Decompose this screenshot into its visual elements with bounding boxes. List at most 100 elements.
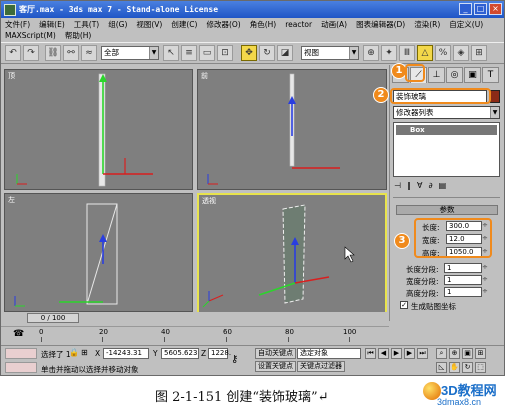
menu-rendering[interactable]: 渲染(R) [414,19,440,30]
select-by-name-icon[interactable]: ≡ [181,45,197,61]
select-object-icon[interactable]: ↖ [163,45,179,61]
viewport-perspective[interactable]: 透视 [197,193,387,314]
bind-space-warp-icon[interactable]: ≈ [81,45,97,61]
menu-bar: 文件(F) 编辑(E) 工具(T) 组(G) 视图(V) 创建(C) 修改器(O… [1,19,504,41]
previous-frame-icon[interactable]: ◀ [378,348,389,359]
go-to-start-icon[interactable]: ⏮ [365,348,376,359]
stack-buttons: ⊣ ‖ ∀ ∂ ▤ [394,181,500,193]
pin-stack-icon[interactable]: ⊣ [394,181,401,193]
tab-display-icon[interactable]: ▣ [464,67,481,83]
menu-character[interactable]: 角色(H) [250,19,277,30]
zoom-extents-all-icon[interactable]: ⊞ [475,348,486,359]
window-crossing-icon[interactable]: ⊡ [217,45,233,61]
callout-1-highlight [405,64,425,82]
height-segs-field[interactable]: 1 [444,287,490,297]
menu-tools[interactable]: 工具(T) [74,19,99,30]
manipulate-icon[interactable]: ✦ [381,45,397,61]
link-icon[interactable]: ⛓ [45,45,61,61]
configure-sets-icon[interactable]: ▤ [439,181,447,193]
menu-group[interactable]: 组(G) [108,19,127,30]
length-segs-field[interactable]: 1 [444,263,490,273]
menu-create[interactable]: 创建(C) [171,19,197,30]
object-color-swatch[interactable] [490,90,500,103]
menu-customize[interactable]: 自定义(U) [449,19,483,30]
maxscript-output [5,362,37,373]
remove-modifier-icon[interactable]: ∂ [428,181,432,193]
stack-item-box[interactable]: Box [396,125,497,135]
spinner-snap-icon[interactable]: ◈ [453,45,469,61]
modifier-list-dropdown[interactable]: 修改器列表 ▼ [393,106,500,119]
window-controls: _ □ × [459,3,502,15]
arc-rotate-icon[interactable]: ↻ [462,362,473,373]
menu-reactor[interactable]: reactor [285,20,312,29]
chevron-down-icon: ▼ [490,107,499,118]
redo-icon[interactable]: ↷ [23,45,39,61]
time-slider[interactable]: 0 / 100 [27,313,79,323]
width-segs-field[interactable]: 1 [444,275,490,285]
gen-uv-checkbox[interactable]: ✓ [400,301,408,309]
auto-key-button[interactable]: 自动关键点 [255,348,296,359]
menu-file[interactable]: 文件(F) [5,19,30,30]
select-and-move-icon[interactable]: ✥ [241,45,257,61]
select-and-rotate-icon[interactable]: ↻ [259,45,275,61]
set-key-button[interactable]: 设置关键点 [255,361,296,372]
tick-label: 0 [39,328,44,336]
parameters-rollout-title[interactable]: 参数 [396,205,498,215]
selection-filter-dropdown[interactable]: 全部 ▼ [101,46,159,60]
select-and-scale-icon[interactable]: ◪ [277,45,293,61]
pivot-center-icon[interactable]: ⊕ [363,45,379,61]
zoom-extents-icon[interactable]: ▣ [462,348,473,359]
menu-modifiers[interactable]: 修改器(O) [206,19,240,30]
viewport-front[interactable]: 前 [197,69,387,190]
pan-icon[interactable]: ✋ [449,362,460,373]
zoom-icon[interactable]: ⌕ [436,348,447,359]
make-unique-icon[interactable]: ∀ [417,181,422,193]
absolute-mode-icon[interactable]: ⊞ [81,348,88,357]
reference-coordinate-dropdown[interactable]: 视图 ▼ [301,46,359,60]
go-to-end-icon[interactable]: ⏭ [417,348,428,359]
track-bar[interactable]: ☎ 0 20 40 60 80 100 [1,326,389,344]
selection-status: 选择了 1 [41,350,71,359]
y-coordinate-field[interactable]: 5605.623 [161,348,199,359]
rectangular-selection-icon[interactable]: ▭ [199,45,215,61]
key-filters-button[interactable]: 关键点过滤器 [297,361,345,372]
zoom-all-icon[interactable]: ⊕ [449,348,460,359]
tick-mark [288,337,289,342]
tab-utilities-icon[interactable]: T [482,67,499,83]
menu-maxscript[interactable]: MAXScript(M) [5,31,56,40]
show-end-result-icon[interactable]: ‖ [407,181,411,193]
field-of-view-icon[interactable]: ◺ [436,362,447,373]
watermark: 3D教程网 3dmax8.cn [423,378,503,410]
percent-snap-icon[interactable]: % [435,45,451,61]
gen-uv-label: 生成贴图坐标 [411,302,456,311]
menu-views[interactable]: 视图(V) [136,19,162,30]
play-icon[interactable]: ▶ [391,348,402,359]
menu-edit[interactable]: 编辑(E) [39,19,65,30]
angle-snap-icon[interactable]: △ [417,45,433,61]
maxscript-listener[interactable] [5,348,37,359]
viewport-left[interactable]: 左 [4,193,193,312]
tick-mark [102,337,103,342]
maximize-button[interactable]: □ [474,3,487,15]
menu-animation[interactable]: 动画(A) [321,19,347,30]
selection-set-dropdown[interactable]: 选定对象 [297,348,361,359]
mini-curve-editor-icon[interactable]: ☎ [13,329,24,339]
menu-graph-editors[interactable]: 图表编辑器(D) [356,19,405,30]
named-selection-icon[interactable]: ⊞ [471,45,487,61]
snap-toggle-icon[interactable]: Ⅲ [399,45,415,61]
z-coordinate-field[interactable]: 1228. [208,348,231,359]
unlink-icon[interactable]: ⚯ [63,45,79,61]
next-frame-icon[interactable]: ▶ [404,348,415,359]
minimize-button[interactable]: _ [459,3,472,15]
maximize-viewport-icon[interactable]: ⬚ [475,362,486,373]
viewport-perspective-canvas [202,204,355,308]
undo-icon[interactable]: ↶ [5,45,21,61]
viewport-top[interactable]: 顶 [4,69,193,190]
lock-icon[interactable]: 🔒 [69,348,79,357]
menu-help[interactable]: 帮助(H) [65,30,92,41]
x-coordinate-field[interactable]: -14243.31 [103,348,149,359]
key-icon[interactable]: ⚷ [231,354,238,365]
tab-hierarchy-icon[interactable]: ⊥ [428,67,445,83]
close-button[interactable]: × [489,3,502,15]
tab-motion-icon[interactable]: ◎ [446,67,463,83]
